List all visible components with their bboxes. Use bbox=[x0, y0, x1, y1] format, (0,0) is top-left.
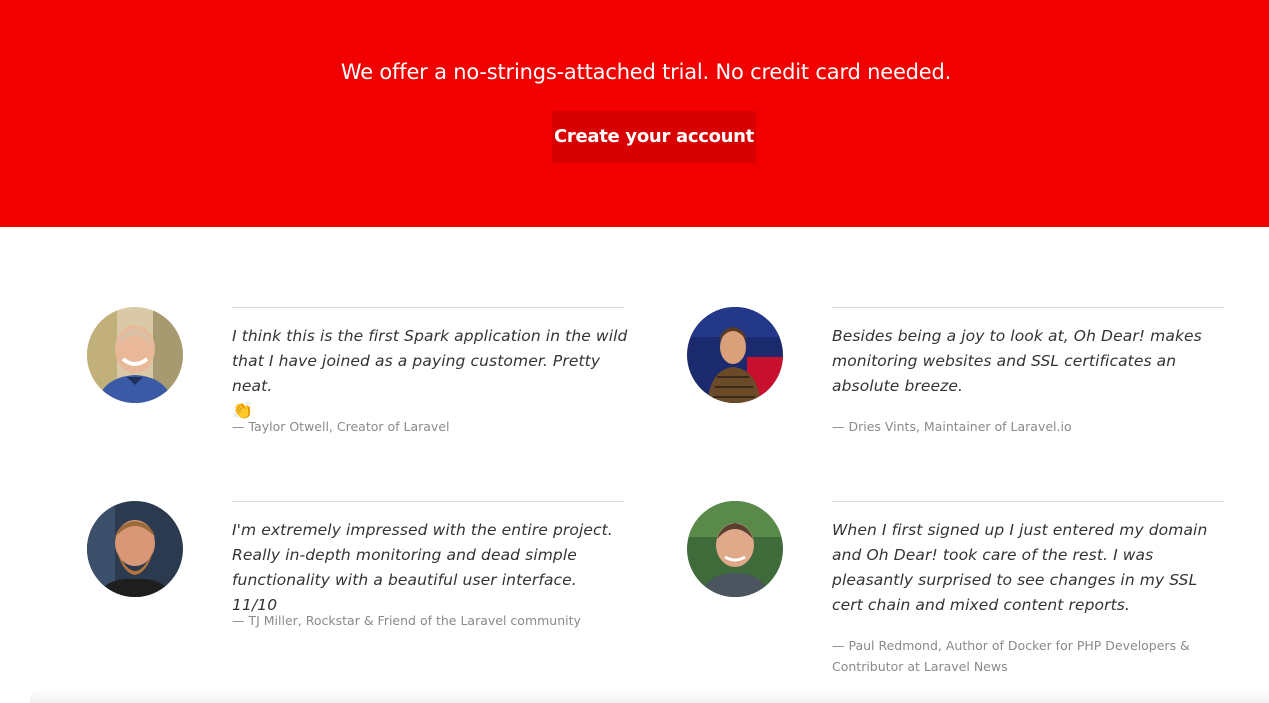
avatar-photo-icon bbox=[87, 307, 183, 403]
avatar bbox=[687, 307, 783, 403]
testimonial-quote: I think this is the first Spark applicat… bbox=[232, 324, 632, 424]
testimonial-quote: When I first signed up I just entered my… bbox=[832, 521, 1208, 614]
avatar-photo-icon bbox=[87, 501, 183, 597]
footer-shadow bbox=[30, 690, 1269, 703]
divider bbox=[232, 501, 624, 502]
avatar bbox=[87, 501, 183, 597]
avatar-photo-icon bbox=[687, 501, 783, 597]
avatar-photo-icon bbox=[687, 307, 783, 403]
avatar bbox=[687, 501, 783, 597]
testimonial-author: — TJ Miller, Rockstar & Friend of the La… bbox=[232, 613, 581, 628]
quote-text: I think this is the first Spark applicat… bbox=[232, 327, 628, 395]
testimonial-author: — Dries Vints, Maintainer of Laravel.io bbox=[832, 419, 1072, 434]
divider bbox=[832, 307, 1224, 308]
trial-headline: We offer a no-strings-attached trial. No… bbox=[340, 60, 952, 84]
divider bbox=[232, 307, 624, 308]
testimonial-author: — Paul Redmond, Author of Docker for PHP… bbox=[832, 638, 1190, 674]
create-account-button[interactable]: Create your account bbox=[552, 111, 756, 163]
testimonial-quote: Besides being a joy to look at, Oh Dear!… bbox=[832, 327, 1202, 395]
trial-banner: We offer a no-strings-attached trial. No… bbox=[0, 0, 1269, 227]
testimonial-author: — Taylor Otwell, Creator of Laravel bbox=[232, 419, 450, 434]
testimonial-quote: I'm extremely impressed with the entire … bbox=[232, 521, 613, 614]
divider bbox=[832, 501, 1224, 502]
avatar bbox=[87, 307, 183, 403]
